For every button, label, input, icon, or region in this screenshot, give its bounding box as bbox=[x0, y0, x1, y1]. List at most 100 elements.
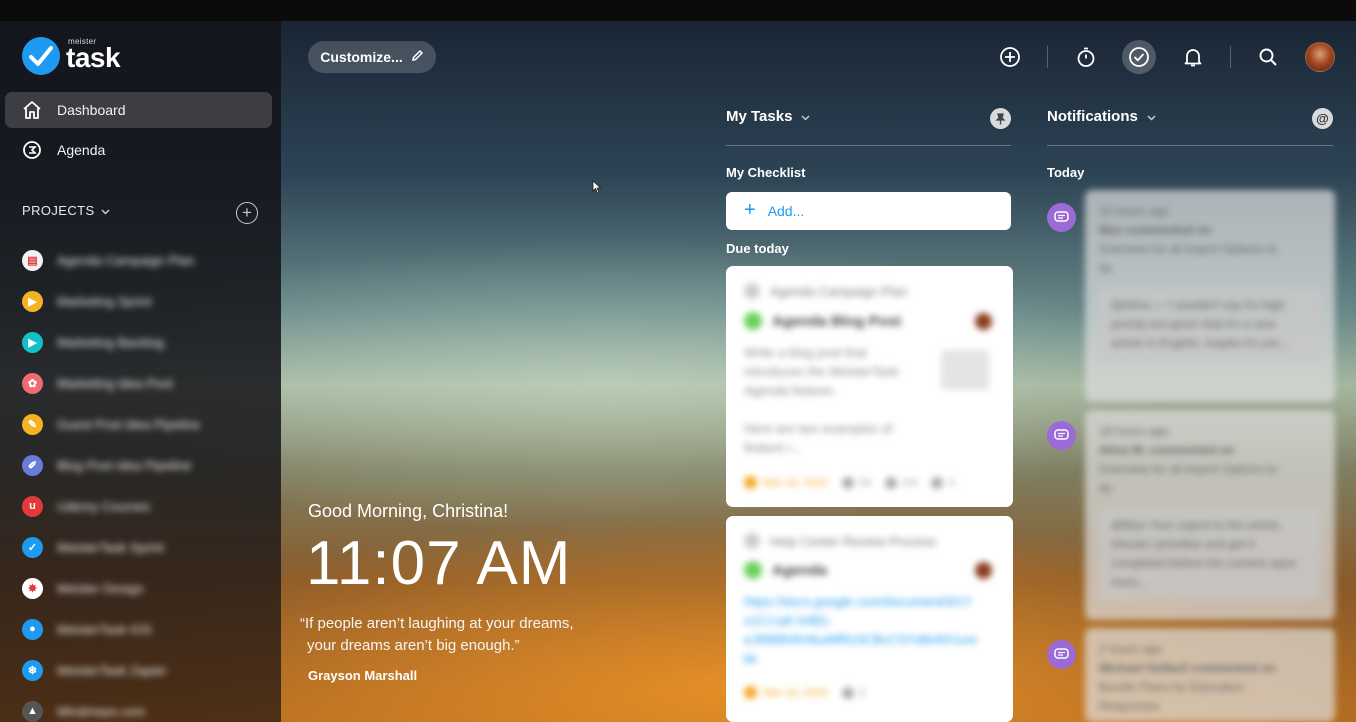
quote-text: “If people aren’t laughing at your dream… bbox=[300, 613, 620, 657]
sidebar-project-label: MeisterTask Sprint bbox=[57, 539, 164, 555]
quote-line-1: “If people aren’t laughing at your dream… bbox=[300, 615, 574, 632]
customize-button[interactable]: Customize... bbox=[308, 41, 436, 73]
notification-line: Michael Hollauf commented on bbox=[1099, 661, 1276, 675]
due-date-icon bbox=[744, 686, 757, 699]
due-date-icon bbox=[744, 476, 757, 489]
pencil-icon: ✎ bbox=[22, 413, 43, 435]
window-top-bar bbox=[0, 0, 1356, 21]
mouse-cursor-icon bbox=[592, 180, 602, 199]
notification-card[interactable]: 18 hours ago Alina W. commented on Overv… bbox=[1085, 410, 1335, 620]
sidebar-project-label: Meister Design bbox=[57, 580, 144, 596]
sidebar-project-item[interactable]: ▲ Mindmeps.com bbox=[22, 698, 145, 722]
projects-header[interactable]: PROJECTS bbox=[22, 203, 110, 218]
chevron-down-icon bbox=[1147, 108, 1156, 125]
notification-card[interactable]: 2 hours ago Michael Hollauf commented on… bbox=[1085, 628, 1335, 722]
notification-line: Max commented on bbox=[1099, 223, 1212, 237]
search-icon[interactable] bbox=[1251, 40, 1285, 74]
notification-line: Overview for all Import Options to bbox=[1099, 242, 1278, 256]
task-name: Agenda bbox=[772, 561, 828, 579]
comment-icon bbox=[841, 686, 854, 699]
sidebar-project-item[interactable]: ❄ MeisterTask Zapier bbox=[22, 657, 167, 683]
notification-quote: @Alina — I wouldn't say it's high priori… bbox=[1099, 288, 1321, 361]
calendar-icon bbox=[744, 283, 760, 299]
task-desc-line: Agenda feature. bbox=[744, 383, 837, 398]
notification-line: Overview for all Import Options to bbox=[1099, 462, 1278, 476]
sidebar-project-item[interactable]: ✐ Blog Post Idea Pipeline bbox=[22, 452, 191, 478]
task-name-row: Agenda bbox=[744, 561, 827, 579]
projects-header-label: PROJECTS bbox=[22, 203, 95, 218]
sidebar-project-item[interactable]: ✎ Guest Post Idea Pipeline bbox=[22, 411, 200, 437]
add-project-button[interactable]: + bbox=[236, 202, 258, 224]
nav-agenda[interactable]: Agenda bbox=[5, 132, 272, 168]
task-meta: Mar 16, 2020 3 bbox=[744, 686, 865, 699]
notification-line: Alina W. commented on bbox=[1099, 443, 1235, 457]
mentions-icon[interactable]: @ bbox=[1312, 108, 1333, 129]
task-due-date: Mar 16, 2020 bbox=[763, 476, 828, 489]
notification-line: do bbox=[1099, 481, 1113, 495]
nav-agenda-label: Agenda bbox=[57, 142, 106, 158]
notifications-label: Notifications bbox=[1047, 108, 1138, 125]
logo-check-icon bbox=[22, 37, 60, 75]
task-link-line: eJ8IB8HKHbuMfRz3CBcCSYdIkr8X1xm bbox=[744, 632, 978, 647]
notification-line: Responses bbox=[1099, 699, 1160, 713]
add-icon[interactable] bbox=[993, 40, 1027, 74]
sidebar-project-item[interactable]: ✓ MeisterTask Sprint bbox=[22, 534, 164, 560]
app-logo[interactable]: meister task bbox=[22, 36, 121, 76]
timer-icon[interactable] bbox=[1069, 40, 1103, 74]
task-due-date: Mar 16, 2020 bbox=[763, 686, 828, 699]
checklist-add-placeholder: Add... bbox=[767, 203, 805, 219]
task-link-line: kk bbox=[744, 651, 757, 666]
my-tasks-divider bbox=[726, 145, 1011, 146]
bell-icon[interactable] bbox=[1176, 40, 1210, 74]
notification-card[interactable]: 15 hours ago Max commented on Overview f… bbox=[1085, 190, 1335, 402]
palette-icon: ✸ bbox=[22, 577, 43, 599]
comment-bubble-icon bbox=[1047, 421, 1076, 450]
task-project-row: Help Center Review Process bbox=[744, 533, 936, 549]
sidebar-project-item[interactable]: ✸ Meister Design bbox=[22, 575, 144, 601]
sidebar-project-item[interactable]: ▤ Agenda Campaign Plan bbox=[22, 247, 194, 273]
sidebar-project-item[interactable]: ▶ Marketing Backlog bbox=[22, 329, 164, 355]
task-meta: Mar 16, 2020 34 2/4 4 bbox=[744, 476, 955, 489]
sidebar-project-label: Guest Post Idea Pipeline bbox=[57, 416, 201, 432]
tasks-check-icon[interactable] bbox=[1122, 40, 1156, 74]
task-link-line: https://docs.google.com/document/d/1Y bbox=[744, 594, 973, 609]
task-project: Agenda Campaign Plan bbox=[770, 283, 908, 299]
app-window: meister task Dashboard Agenda PROJECTS +… bbox=[0, 0, 1356, 722]
my-checklist-label: My Checklist bbox=[726, 165, 806, 180]
sidebar-project-item[interactable]: ● MeisterTask iOS bbox=[22, 616, 152, 642]
checklist-add-input[interactable]: + Add... bbox=[726, 192, 1011, 230]
logo-big-text: task bbox=[66, 42, 121, 73]
rocket-icon: ▲ bbox=[22, 700, 43, 722]
task-card[interactable]: Agenda Campaign Plan Agenda Blog Post Wr… bbox=[726, 266, 1013, 507]
sidebar-project-item[interactable]: u Udemy Courses bbox=[22, 493, 150, 519]
sidebar-project-item[interactable]: ▶ Marketing Sprint bbox=[22, 288, 152, 314]
task-checklist-count: 2/4 bbox=[902, 476, 918, 489]
task-project: Help Center Review Process bbox=[770, 533, 937, 549]
notifications-title[interactable]: Notifications bbox=[1047, 108, 1156, 125]
nav-dashboard[interactable]: Dashboard bbox=[5, 92, 272, 128]
task-link: https://docs.google.com/document/d/1Y x1… bbox=[744, 592, 994, 668]
chevron-down-icon bbox=[801, 108, 810, 125]
task-link-line: x1CJ-p8-S4B1- bbox=[744, 613, 833, 628]
task-name-row: Agenda Blog Post bbox=[744, 312, 901, 330]
sidebar-project-label: Agenda Campaign Plan bbox=[57, 252, 195, 268]
task-desc-line: Here are two examples of bbox=[744, 421, 893, 436]
sidebar-project-item[interactable]: ✿ Marketing Idea Pool bbox=[22, 370, 173, 396]
notification-quote: @Max Your urgent to the article, should … bbox=[1099, 508, 1321, 600]
attachment-icon bbox=[931, 476, 944, 489]
task-card[interactable]: Help Center Review Process Agenda https:… bbox=[726, 516, 1013, 722]
checklist-icon bbox=[885, 476, 898, 489]
home-icon bbox=[22, 100, 42, 120]
user-avatar[interactable] bbox=[1305, 42, 1335, 72]
notification-line: Bundle Plans for Education bbox=[1099, 680, 1244, 694]
customize-label: Customize... bbox=[320, 49, 403, 65]
sidebar: meister task Dashboard Agenda PROJECTS +… bbox=[0, 21, 281, 722]
task-attachment-count: 4 bbox=[948, 476, 955, 489]
notification-time: 15 hours ago bbox=[1099, 204, 1170, 218]
pin-icon[interactable] bbox=[990, 108, 1011, 129]
task-card-content: Help Center Review Process Agenda https:… bbox=[726, 516, 1013, 722]
notification-time: 2 hours ago bbox=[1099, 642, 1163, 656]
my-tasks-title[interactable]: My Tasks bbox=[726, 108, 810, 125]
task-comment-count: 3 bbox=[858, 686, 865, 699]
chevron-down-icon bbox=[101, 203, 110, 218]
